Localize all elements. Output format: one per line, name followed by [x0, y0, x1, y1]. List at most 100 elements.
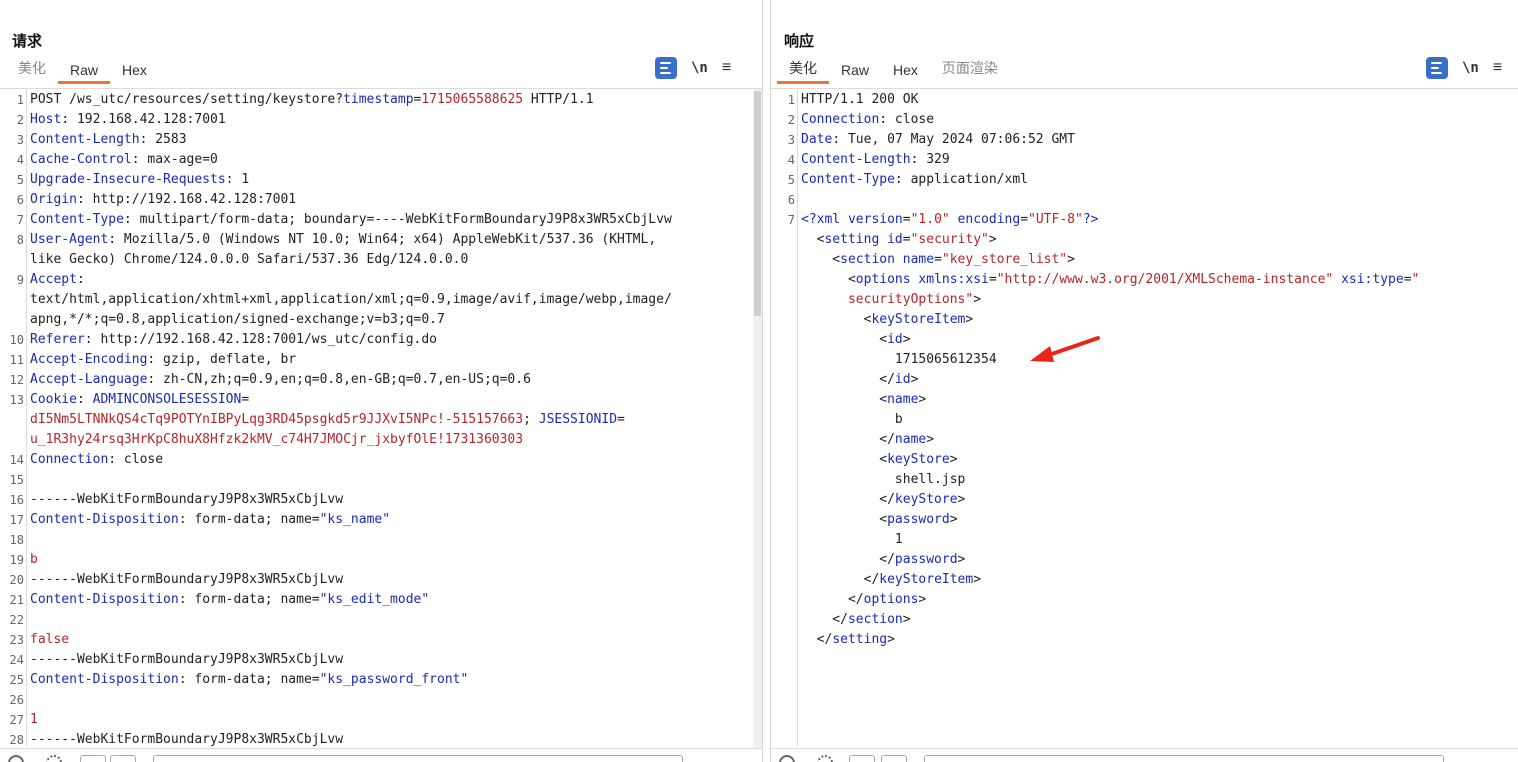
line-number: 13: [9, 393, 24, 407]
code-token: "UTF-8": [1028, 212, 1083, 227]
code-token: ": [1411, 272, 1420, 287]
wrap-lines-icon[interactable]: [1426, 57, 1448, 79]
line-number: 7: [16, 213, 24, 227]
code-token: version: [847, 212, 903, 227]
line-number: 14: [9, 453, 24, 467]
line-number: 24: [9, 653, 24, 667]
line-number: 28: [9, 733, 24, 747]
code-token: : multipart/form-data; boundary=----WebK…: [123, 212, 672, 227]
line-number: 20: [9, 573, 24, 587]
code-token: Referer: [30, 332, 85, 347]
line-number: 5: [787, 173, 795, 187]
code-token: Cookie: [30, 392, 77, 407]
tab-hex[interactable]: Hex: [110, 58, 159, 84]
code-token: >: [957, 492, 966, 507]
tab-render[interactable]: 页面渲染: [930, 58, 1010, 84]
tab-hex[interactable]: Hex: [881, 58, 930, 84]
code-token: >: [887, 632, 895, 647]
code-token: : http://192.168.42.128:7001: [76, 192, 297, 207]
code-token: </: [801, 372, 895, 387]
code-text: Content-Type: multipart/form-data; bound…: [30, 210, 672, 230]
pane-splitter[interactable]: [762, 0, 771, 762]
code-token: ------WebKitFormBoundaryJ9P8x3WR5xCbjLvw: [30, 572, 344, 587]
code-token: Content-Type: [30, 212, 124, 227]
response-pane: 响应 美化 Raw Hex 页面渲染 \n ≡ 1 HTTP/1.1 200 OK…: [771, 0, 1518, 762]
tab-raw[interactable]: Raw: [829, 58, 881, 84]
code-token: <: [801, 332, 888, 347]
menu-icon[interactable]: ≡: [1493, 59, 1502, 77]
code-token: : application/xml: [894, 172, 1028, 187]
code-token: : Tue, 07 May 2024 07:06:52 GMT: [832, 132, 1075, 147]
line-number: 7: [787, 213, 795, 227]
code-token: <?xml: [801, 212, 848, 227]
line-number: 9: [16, 273, 24, 287]
code-token: keyStore: [887, 452, 950, 467]
code-token: : close: [879, 112, 935, 127]
help-icon[interactable]: [8, 755, 24, 762]
code-token: >: [973, 572, 982, 587]
tab-pretty[interactable]: 美化: [6, 58, 58, 84]
line-number: 18: [9, 533, 24, 547]
code-text: Connection: close: [801, 110, 934, 130]
code-token: options: [863, 592, 919, 607]
search-input[interactable]: [924, 755, 1444, 762]
code-token: "key_store_list": [941, 252, 1068, 267]
code-token: </: [801, 592, 864, 607]
code-token: : http://192.168.42.128:7001/ws_utc/conf…: [84, 332, 437, 347]
code-token: : close: [108, 452, 164, 467]
code-text: Content-Disposition: form-data; name="ks…: [30, 670, 468, 690]
code-token: <: [801, 392, 888, 407]
show-newlines-button[interactable]: \n: [1462, 60, 1479, 76]
code-token: keyStore: [894, 492, 958, 507]
tab-pretty[interactable]: 美化: [777, 58, 829, 84]
code-text: u_1R3hy24rsq3HrKpC8huX8Hfzk2kMV_c74H7JMO…: [30, 430, 523, 450]
response-editor[interactable]: 1 HTTP/1.1 200 OK 2 Connection: close 3 Date:…: [771, 88, 1518, 746]
next-match-button[interactable]: [881, 755, 907, 762]
prev-match-button[interactable]: [849, 755, 875, 762]
code-token: : Mozilla/5.0 (Windows NT 10.0; Win64; x…: [108, 232, 657, 247]
line-number: 26: [9, 693, 24, 707]
tab-raw[interactable]: Raw: [58, 58, 111, 84]
code-token: =: [934, 252, 942, 267]
code-text: <keyStore>: [801, 450, 957, 470]
settings-icon[interactable]: [817, 755, 833, 762]
request-editor[interactable]: 1 POST /ws_utc/resources/setting/keystore…: [0, 88, 762, 749]
code-token: b: [30, 552, 38, 567]
code-text: </options>: [801, 590, 926, 610]
code-token: Connection: [30, 452, 109, 467]
code-token: "1.0": [910, 212, 950, 227]
code-token: >: [918, 392, 927, 407]
code-token: :: [76, 392, 93, 407]
line-number: 22: [9, 613, 24, 627]
code-text: </section>: [801, 610, 910, 630]
show-newlines-button[interactable]: \n: [691, 60, 708, 76]
next-match-button[interactable]: [110, 755, 136, 762]
settings-icon[interactable]: [46, 755, 62, 762]
code-text: ------WebKitFormBoundaryJ9P8x3WR5xCbjLvw: [30, 650, 343, 670]
line-number: 5: [16, 173, 24, 187]
request-pane: 请求 美化 Raw Hex \n ≡ 1 POST /ws_utc/resourc…: [0, 0, 762, 762]
code-token: >: [965, 312, 974, 327]
code-token: ?>: [1082, 212, 1099, 227]
scrollbar-thumb[interactable]: [754, 91, 761, 316]
line-number: 23: [9, 633, 24, 647]
code-token: HTTP/1.1 200 OK: [801, 92, 919, 107]
code-token: <: [801, 232, 825, 247]
menu-icon[interactable]: ≡: [722, 59, 731, 77]
code-token: =: [988, 272, 997, 287]
code-token: =: [1020, 212, 1029, 227]
code-text: <?xml version="1.0" encoding="UTF-8"?>: [801, 210, 1098, 230]
code-text: User-Agent: Mozilla/5.0 (Windows NT 10.0…: [30, 230, 656, 250]
code-text: Cookie: ADMINCONSOLESESSION=: [30, 390, 249, 410]
prev-match-button[interactable]: [80, 755, 106, 762]
wrap-lines-icon[interactable]: [655, 57, 677, 79]
line-number: 2: [787, 113, 795, 127]
line-number: 21: [9, 593, 24, 607]
code-token: Date: [801, 132, 833, 147]
help-icon[interactable]: [779, 755, 795, 762]
code-token: Content-Length: [801, 152, 911, 167]
code-text: like Gecko) Chrome/124.0.0.0 Safari/537.…: [30, 250, 468, 270]
search-input[interactable]: [153, 755, 683, 762]
request-scrollbar[interactable]: [753, 89, 762, 749]
code-token: u_1R3hy24rsq3HrKpC8huX8Hfzk2kMV_c74H7JMO…: [30, 432, 524, 447]
